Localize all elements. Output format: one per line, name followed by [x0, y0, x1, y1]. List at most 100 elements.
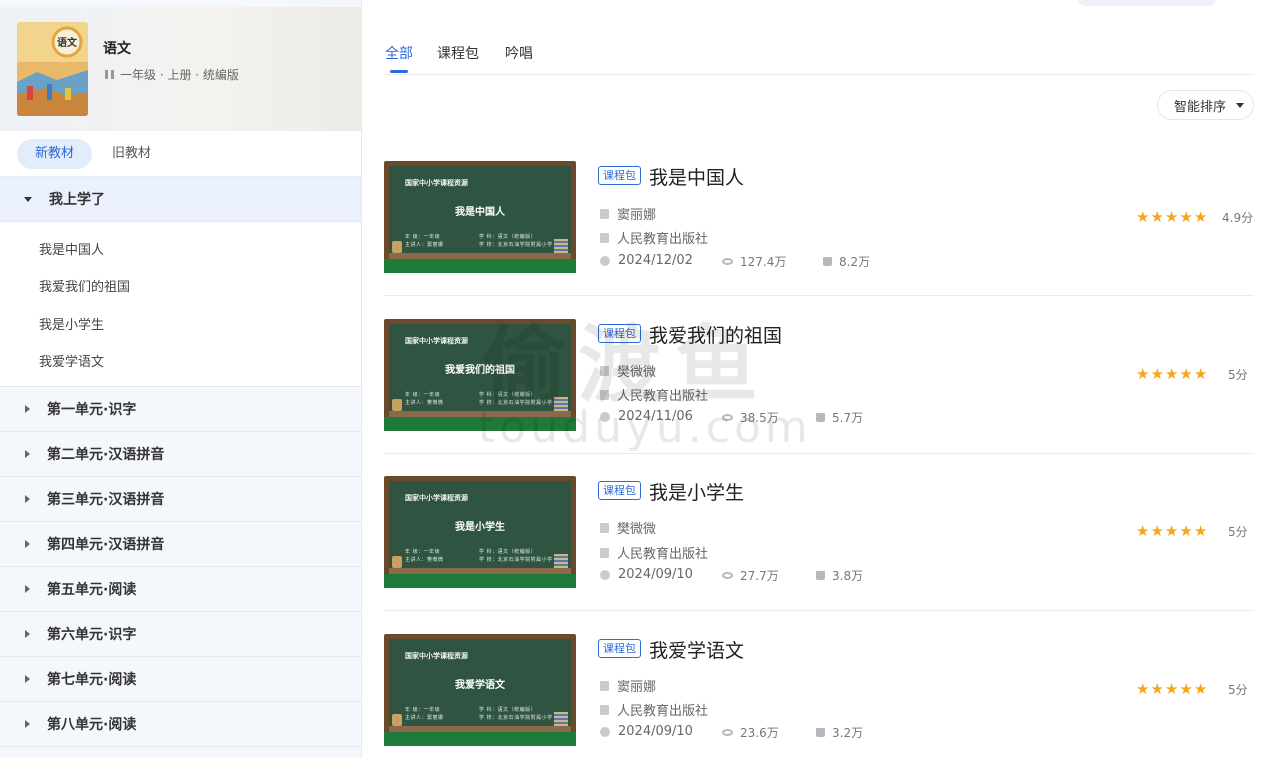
thumb-speaker: 主讲人：樊微微: [405, 400, 444, 406]
course-title[interactable]: 我是小学生: [649, 478, 744, 505]
course-title[interactable]: 我爱学语文: [649, 636, 744, 663]
grass-strip: [384, 574, 576, 588]
thumb-school: 学 校：北京石油学院附属小学: [479, 715, 553, 721]
app-root: 语文 语文 一年级 · 上册 · 统编版 新教材 旧教材 我上学了 我是中国人 …: [0, 0, 1274, 758]
lesson-item[interactable]: 我是小学生: [39, 314, 104, 333]
rating-stars: ★ ★ ★ ★ ★: [1136, 524, 1207, 539]
unit-item-8[interactable]: 第八单元·阅读: [0, 702, 361, 747]
rating-stars: ★ ★ ★ ★ ★: [1136, 210, 1207, 225]
author-name: 窦丽娜: [617, 680, 657, 695]
lesson-item[interactable]: 我爱学语文: [39, 351, 104, 370]
thumb-header: 国家中小学课程资源: [405, 179, 468, 187]
star-icon: ★: [1193, 680, 1208, 698]
chevron-right-icon: [25, 405, 30, 413]
course-title[interactable]: 我爱我们的祖国: [649, 321, 782, 348]
book-cover-text: 语文: [57, 36, 78, 49]
thumb-speaker: 主讲人：窦丽娜: [405, 715, 444, 721]
eye-icon: [722, 414, 733, 421]
views-stat: 27.7万: [722, 567, 779, 584]
publish-date: 2024/09/10: [618, 724, 693, 739]
unit-item-4[interactable]: 第四单元·汉语拼音: [0, 522, 361, 567]
publisher-name: 人民教育出版社: [617, 704, 709, 719]
publish-date: 2024/11/06: [618, 409, 693, 424]
unit-item-2[interactable]: 第二单元·汉语拼音: [0, 432, 361, 477]
book-title: 语文: [103, 41, 131, 57]
course-thumbnail[interactable]: 国家中小学课程资源 我爱学语文 年 级：一年级 学 科：语文（统编版） 主讲人：…: [384, 634, 576, 746]
thumb-school: 学 校：北京石油学院附属小学: [479, 400, 553, 406]
user-icon: [600, 365, 609, 376]
course-pack-badge: 课程包: [598, 481, 641, 500]
thumb-subject: 学 科：语文（统编版）: [479, 549, 537, 555]
tab-course-pack[interactable]: 课程包: [437, 43, 479, 63]
star-icon: ★: [1193, 522, 1208, 540]
old-edition-tab[interactable]: 旧教材: [94, 139, 169, 169]
views-stat: 127.4万: [722, 253, 786, 270]
book-icon: [105, 70, 114, 79]
books-icon: [554, 397, 568, 411]
thumbs-up-icon: [816, 413, 825, 422]
publisher-row: 人民教育出版社: [600, 228, 708, 247]
grass-strip: [384, 259, 576, 273]
star-icon: ★: [1150, 365, 1164, 383]
unit-label: 第五单元·阅读: [47, 582, 137, 598]
date-row: 2024/11/06: [600, 409, 693, 424]
thumb-header: 国家中小学课程资源: [405, 494, 468, 502]
course-card[interactable]: 国家中小学课程资源 我是中国人 年 级：一年级 学 科：语文（统编版） 主讲人：…: [384, 161, 1254, 296]
unit-item-7[interactable]: 第七单元·阅读: [0, 657, 361, 702]
unit-item-5[interactable]: 第五单元·阅读: [0, 567, 361, 612]
tab-all[interactable]: 全部: [385, 43, 413, 63]
star-icon: ★: [1164, 365, 1179, 383]
likes-count: 3.2万: [832, 726, 864, 740]
thumb-speaker: 主讲人：樊微微: [405, 557, 444, 563]
lesson-item[interactable]: 我爱我们的祖国: [39, 276, 130, 295]
unit-label: 第一单元·识字: [47, 402, 137, 418]
rating-score: 5分: [1228, 525, 1248, 539]
sort-dropdown[interactable]: 智能排序: [1157, 90, 1254, 120]
books-icon: [554, 554, 568, 568]
unit-item-3[interactable]: 第三单元·汉语拼音: [0, 477, 361, 522]
course-card[interactable]: 国家中小学课程资源 我是小学生 年 级：一年级 学 科：语文（统编版） 主讲人：…: [384, 476, 1254, 611]
views-count: 38.5万: [740, 411, 779, 425]
unit-item-6[interactable]: 第六单元·识字: [0, 612, 361, 657]
unit-item-1[interactable]: 第一单元·识字: [0, 387, 361, 432]
course-card[interactable]: 国家中小学课程资源 我爱我们的祖国 年 级：一年级 学 科：语文（统编版） 主讲…: [384, 319, 1254, 454]
course-card[interactable]: 国家中小学课程资源 我爱学语文 年 级：一年级 学 科：语文（统编版） 主讲人：…: [384, 634, 1254, 758]
thumb-subject: 学 科：语文（统编版）: [479, 707, 537, 713]
likes-stat: 3.8万: [816, 567, 863, 584]
book-meta: 一年级 · 上册 · 统编版: [105, 66, 239, 83]
unit-label: 第二单元·汉语拼音: [47, 447, 165, 463]
course-thumbnail[interactable]: 国家中小学课程资源 我是小学生 年 级：一年级 学 科：语文（统编版） 主讲人：…: [384, 476, 576, 588]
star-icon: ★: [1136, 680, 1150, 698]
course-thumbnail[interactable]: 国家中小学课程资源 我是中国人 年 级：一年级 学 科：语文（统编版） 主讲人：…: [384, 161, 576, 273]
chevron-down-icon: [24, 196, 32, 202]
author-row: 窦丽娜: [600, 676, 656, 695]
star-icon: ★: [1164, 208, 1179, 226]
star-icon: ★: [1193, 208, 1208, 226]
pencil-cup-icon: [392, 714, 402, 726]
eye-icon: [722, 729, 733, 736]
unit-label: 第四单元·汉语拼音: [47, 537, 165, 553]
unit-item-0[interactable]: 我上学了: [0, 177, 361, 222]
eye-icon: [722, 572, 733, 579]
course-pack-badge: 课程包: [598, 324, 641, 343]
date-row: 2024/12/02: [600, 253, 693, 268]
user-icon: [600, 522, 609, 533]
course-thumbnail[interactable]: 国家中小学课程资源 我爱我们的祖国 年 级：一年级 学 科：语文（统编版） 主讲…: [384, 319, 576, 431]
likes-stat: 3.2万: [816, 724, 863, 741]
eye-icon: [722, 258, 733, 265]
thumb-header: 国家中小学课程资源: [405, 652, 468, 660]
pencil-cup-icon: [392, 556, 402, 568]
likes-count: 3.8万: [832, 569, 864, 583]
user-icon: [600, 208, 609, 219]
chevron-right-icon: [25, 720, 30, 728]
tab-chant[interactable]: 吟唱: [505, 43, 533, 63]
course-title[interactable]: 我是中国人: [649, 163, 744, 190]
sidebar: 语文 语文 一年级 · 上册 · 统编版 新教材 旧教材 我上学了 我是中国人 …: [0, 0, 362, 758]
thumb-header: 国家中小学课程资源: [405, 337, 468, 345]
new-edition-tab[interactable]: 新教材: [17, 139, 93, 169]
author-row: 樊微微: [600, 361, 656, 380]
lesson-item[interactable]: 我是中国人: [39, 239, 104, 258]
thumbs-up-icon: [816, 571, 825, 580]
likes-count: 5.7万: [832, 411, 864, 425]
publisher-name: 人民教育出版社: [617, 389, 709, 404]
